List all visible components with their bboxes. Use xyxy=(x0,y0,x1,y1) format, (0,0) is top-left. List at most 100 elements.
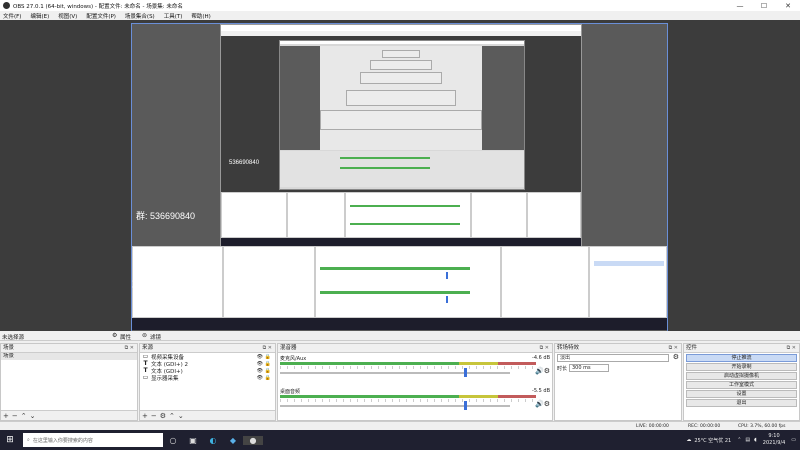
cloud-icon: ☁ xyxy=(686,437,692,443)
docks-area: 未选择源 ⚙ 属性 ⊜ 滤镜 场景 ⧉ ✕ 场景 + − ⌃ ⌄ 来源 ⧉ ✕ … xyxy=(0,331,800,430)
menu-file[interactable]: 文件(F) xyxy=(3,12,21,20)
add-source-button[interactable]: + xyxy=(142,412,148,420)
network-icon[interactable]: ▤ xyxy=(745,437,750,443)
tray-arrow-icon[interactable]: ⌃ xyxy=(737,437,741,443)
transition-select[interactable]: 淡出 xyxy=(557,354,669,362)
edge-browser-icon[interactable]: ◐ xyxy=(203,436,223,445)
move-down-button[interactable]: ⌄ xyxy=(30,412,36,420)
preview-canvas[interactable]: 536690840 群: 536690840 群: 536690840 xyxy=(131,23,668,348)
menu-profile[interactable]: 配置文件(P) xyxy=(86,12,116,20)
start-recording-button[interactable]: 开始录制 xyxy=(686,363,797,371)
menu-scene-collection[interactable]: 场景集合(S) xyxy=(125,12,155,20)
scenes-dock-footer: + − ⌃ ⌄ xyxy=(1,410,137,420)
duration-input[interactable]: 300 ms xyxy=(569,364,609,372)
filter-icon[interactable]: ⊜ xyxy=(142,332,147,339)
mixer-dock-header: 混音器 ⧉ ✕ xyxy=(278,344,552,353)
filters-button[interactable]: 滤镜 xyxy=(150,333,161,341)
controls-dock: 控件 ⧉ ✕ 停止推流 开始录制 启动虚拟摄像机 工作室模式 设置 退出 xyxy=(683,343,800,421)
volume-fader-track[interactable] xyxy=(280,372,510,374)
controls-dock-title: 控件 xyxy=(686,345,698,351)
captured-obs-window: 536690840 xyxy=(220,24,582,246)
menu-tools[interactable]: 工具(T) xyxy=(164,12,183,20)
track-db: -5.5 dB xyxy=(532,388,550,394)
dock-float-icon[interactable]: ⧉ ✕ xyxy=(125,344,134,352)
close-button[interactable]: ✕ xyxy=(776,2,800,10)
move-down-button[interactable]: ⌄ xyxy=(178,412,184,420)
minimize-button[interactable]: — xyxy=(728,2,752,10)
windows-security-icon[interactable]: ▣ xyxy=(183,436,203,445)
transition-row: 淡出 ⚙ xyxy=(555,353,681,363)
stop-streaming-button[interactable]: 停止推流 xyxy=(686,354,797,362)
exit-button[interactable]: 退出 xyxy=(686,399,797,407)
source-label: 显示器采集 xyxy=(151,375,179,382)
overlay-text-small: 536690840 xyxy=(229,160,260,166)
sources-dock: 来源 ⧉ ✕ ▭ 视频采集设备 👁 🔒 T 文本 (GDI+) 2 👁 🔒 T … xyxy=(139,343,276,421)
scene-list-item[interactable]: 场景 xyxy=(1,353,137,360)
taskbar-search-box[interactable]: ⌕ 在这里输入你要搜索的内容 xyxy=(23,433,163,447)
speaker-icon[interactable]: 🔊⚙ xyxy=(535,400,550,408)
volume-meter xyxy=(280,362,536,365)
add-scene-button[interactable]: + xyxy=(3,412,9,420)
settings-button[interactable]: 设置 xyxy=(686,390,797,398)
speaker-icon[interactable]: 🔊⚙ xyxy=(535,367,550,375)
source-item[interactable]: ▭ 显示器采集 👁 🔒 xyxy=(140,374,275,382)
monitor-icon: ▭ xyxy=(142,353,149,360)
studio-mode-button[interactable]: 工作室模式 xyxy=(686,381,797,389)
remove-source-button[interactable]: − xyxy=(151,412,157,420)
lock-icon[interactable]: 🔒 xyxy=(265,361,271,367)
eye-icon[interactable]: 👁 xyxy=(257,368,263,374)
eye-icon[interactable]: 👁 xyxy=(257,375,263,381)
text-icon: T xyxy=(143,360,148,367)
weather-text[interactable]: 25°C 空气优 21 xyxy=(694,437,731,444)
scenes-dock: 场景 ⧉ ✕ 场景 + − ⌃ ⌄ xyxy=(0,343,138,421)
status-bar: LIVE: 00:00:00 REC: 00:00:00 CPU: 3.7%, … xyxy=(0,421,800,430)
obs-logo-icon xyxy=(3,2,10,9)
maximize-button[interactable]: ☐ xyxy=(752,2,776,10)
source-properties-gear-icon[interactable]: ⚙ xyxy=(160,412,166,420)
move-up-button[interactable]: ⌃ xyxy=(21,412,27,420)
volume-icon[interactable]: ◖ xyxy=(754,437,757,443)
remove-scene-button[interactable]: − xyxy=(12,412,18,420)
lock-icon[interactable]: 🔒 xyxy=(265,375,271,381)
duration-row: 时长 300 ms xyxy=(555,363,681,373)
volume-fader-track[interactable] xyxy=(280,405,510,407)
task-view-icon[interactable]: ○ xyxy=(163,436,183,445)
title-bar: OBS 27.0.1 (64-bit, windows) - 配置文件: 未命名… xyxy=(0,0,800,11)
lock-icon[interactable]: 🔒 xyxy=(265,354,271,360)
windows-start-icon[interactable]: ⊞ xyxy=(0,435,20,445)
rec-status: REC: 00:00:00 xyxy=(688,424,721,429)
volume-fader-handle[interactable] xyxy=(463,401,467,410)
properties-button[interactable]: 属性 xyxy=(120,333,131,341)
notification-icon[interactable]: ▭ xyxy=(791,437,796,443)
start-virtual-camera-button[interactable]: 启动虚拟摄像机 xyxy=(686,372,797,380)
dock-float-icon[interactable]: ⧉ ✕ xyxy=(540,344,549,352)
sources-dock-footer: + − ⚙ ⌃ ⌄ xyxy=(140,410,275,420)
transition-gear-icon[interactable]: ⚙ xyxy=(673,353,679,361)
dock-float-icon[interactable]: ⧉ ✕ xyxy=(263,344,272,352)
mixer-track-mic: 麦克风/Aux -4.6 dB 🔊⚙ xyxy=(280,355,550,391)
app-icon[interactable]: ◆ xyxy=(223,436,243,445)
clock[interactable]: 9:10 2021/9/4 xyxy=(763,433,785,447)
menu-edit[interactable]: 编辑(E) xyxy=(30,12,49,20)
menu-view[interactable]: 视图(V) xyxy=(58,12,77,20)
dock-float-icon[interactable]: ⧉ ✕ xyxy=(787,344,796,352)
captured-docks xyxy=(221,192,581,238)
captured-taskbar xyxy=(221,238,581,246)
eye-icon[interactable]: 👁 xyxy=(257,361,263,367)
eye-icon[interactable]: 👁 xyxy=(257,354,263,360)
transitions-dock-header: 转场特效 ⧉ ✕ xyxy=(555,344,681,353)
captured-desktop: 536690840 群: 536690840 群: 536690840 xyxy=(132,24,667,347)
deep-captured-window xyxy=(279,40,525,190)
window-title: OBS 27.0.1 (64-bit, windows) - 配置文件: 未命名… xyxy=(13,3,183,10)
track-db: -4.6 dB xyxy=(532,355,550,361)
search-icon: ⌕ xyxy=(27,437,30,443)
menu-help[interactable]: 帮助(H) xyxy=(191,12,210,20)
dock-float-icon[interactable]: ⧉ ✕ xyxy=(669,344,678,352)
system-tray: ☁ 25°C 空气优 21 ⌃ ▤ ◖ 9:10 2021/9/4 ▭ xyxy=(686,430,800,450)
volume-fader-handle[interactable] xyxy=(463,368,467,377)
captured-preview: 536690840 xyxy=(221,36,581,192)
move-up-button[interactable]: ⌃ xyxy=(169,412,175,420)
obs-taskbar-icon[interactable]: ● xyxy=(243,435,263,445)
gear-icon[interactable]: ⚙ xyxy=(112,332,117,339)
lock-icon[interactable]: 🔒 xyxy=(265,368,271,374)
